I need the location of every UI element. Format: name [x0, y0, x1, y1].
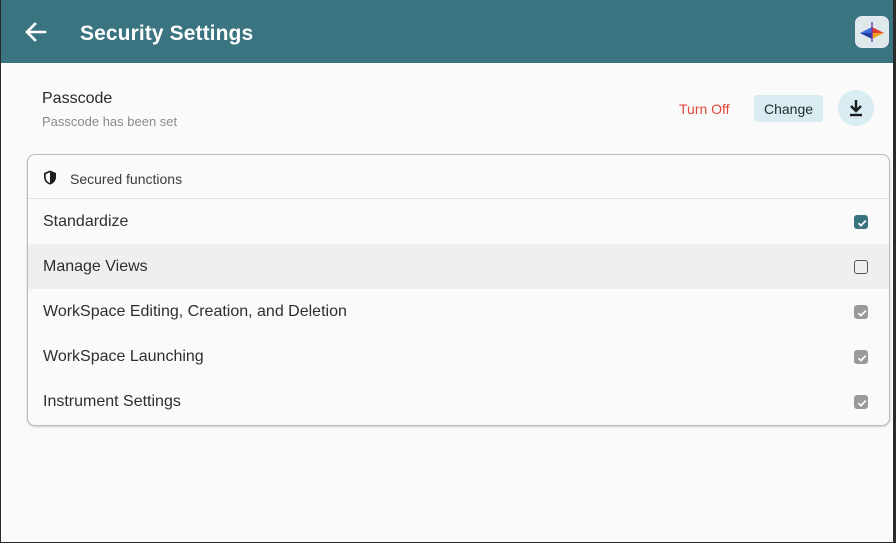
change-button[interactable]: Change: [754, 95, 823, 122]
secured-item-manage-views[interactable]: Manage Views: [28, 244, 889, 289]
download-icon: [850, 100, 862, 117]
security-settings-screen: Security Settings Passcode Passcode has …: [0, 0, 896, 543]
back-arrow-icon[interactable]: [25, 22, 47, 42]
secured-item-instrument-settings[interactable]: Instrument Settings: [28, 379, 889, 424]
download-button[interactable]: [838, 90, 874, 126]
secured-functions-card: Secured functions Standardize Manage Vie…: [27, 154, 890, 426]
passcode-title: Passcode: [42, 90, 113, 107]
secured-functions-title: Secured functions: [70, 171, 183, 187]
secured-item-label: Standardize: [43, 212, 129, 230]
passcode-section: Passcode Passcode has been set: [42, 90, 177, 129]
checkbox-unchecked[interactable]: [854, 259, 868, 274]
secured-item-standardize[interactable]: Standardize: [28, 199, 889, 244]
app-logo-button[interactable]: [855, 16, 889, 48]
secured-item-label: Instrument Settings: [43, 392, 181, 410]
secured-item-label: WorkSpace Launching: [43, 347, 204, 365]
page-title: Security Settings: [80, 22, 254, 45]
secured-item-workspace-launching[interactable]: WorkSpace Launching: [28, 334, 889, 379]
app-logo-icon: [860, 22, 884, 42]
turn-off-button[interactable]: Turn Off: [679, 101, 730, 117]
passcode-status: Passcode has been set: [42, 114, 178, 129]
secured-functions-header: Secured functions: [28, 155, 889, 199]
secured-item-label: Manage Views: [43, 257, 148, 275]
secured-item-workspace-editing[interactable]: WorkSpace Editing, Creation, and Deletio…: [28, 289, 889, 334]
secured-item-label: WorkSpace Editing, Creation, and Deletio…: [43, 302, 347, 320]
shield-icon: [43, 170, 57, 185]
checkbox-checked-disabled: [854, 349, 868, 364]
checkbox-checked-disabled: [854, 304, 868, 319]
app-bar: Security Settings: [1, 0, 893, 63]
checkbox-checked-disabled: [854, 394, 868, 409]
checkbox-checked[interactable]: [854, 214, 868, 229]
